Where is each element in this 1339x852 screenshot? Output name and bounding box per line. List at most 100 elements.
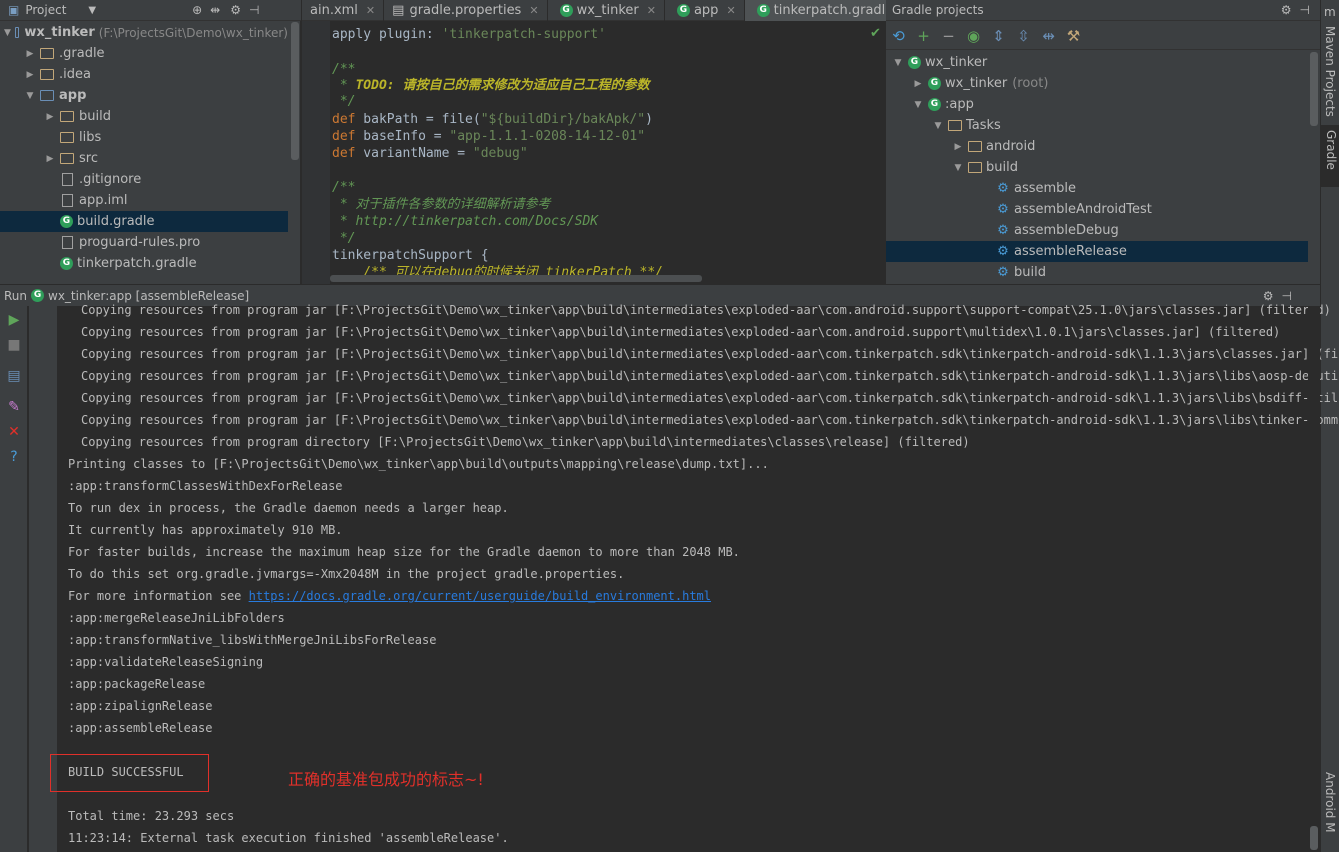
tree-item-label: .gradle bbox=[59, 46, 105, 61]
close-icon[interactable]: ✕ bbox=[366, 4, 375, 17]
gradle-tree-item[interactable]: ⚙ assemble bbox=[886, 178, 1308, 199]
expand-all-icon[interactable]: ⇕ bbox=[986, 27, 1011, 45]
gradle-tree-item[interactable]: ⚙ assembleDebug bbox=[886, 220, 1308, 241]
project-tree-item[interactable]: ▶ .idea bbox=[0, 64, 288, 85]
tab-label: gradle.properties bbox=[409, 2, 522, 18]
project-scrollbar[interactable] bbox=[291, 22, 299, 160]
project-tree-item[interactable]: libs bbox=[0, 127, 288, 148]
console-line: To do this set org.gradle.jvmargs=-Xmx20… bbox=[68, 563, 624, 585]
gradle-tab[interactable]: Gradle bbox=[1324, 130, 1338, 170]
gradle-tree-item[interactable]: ⚙ assembleRelease bbox=[886, 241, 1308, 262]
pin-icon[interactable]: ✎ bbox=[6, 399, 22, 415]
project-tree-item[interactable]: .gitignore bbox=[0, 169, 288, 190]
gradle-icon: G bbox=[676, 3, 690, 17]
tree-item-label: tinkerpatch.gradle bbox=[77, 256, 197, 271]
tab-gradle-properties[interactable]: ▤ gradle.properties ✕ bbox=[384, 0, 548, 21]
console-line-text: For more information see bbox=[68, 589, 249, 603]
gradle-tree-item[interactable]: ▼ Gwx_tinker bbox=[886, 52, 1308, 73]
gradle-item-label: assemble bbox=[1014, 181, 1077, 196]
module-folder-icon bbox=[40, 90, 54, 101]
console-line: :app:zipalignRelease bbox=[68, 695, 213, 717]
hide-icon[interactable]: ⊣ bbox=[1300, 3, 1310, 17]
console-line-text: :app:validateReleaseSigning bbox=[68, 655, 264, 669]
project-tree-item[interactable]: proguard-rules.pro bbox=[0, 232, 288, 253]
gear-icon[interactable]: ⚙ bbox=[230, 3, 241, 17]
gradle-tree-item[interactable]: ▶ android bbox=[886, 136, 1308, 157]
expand-arrow-icon[interactable]: ▼ bbox=[892, 58, 904, 68]
gradle-tree-item[interactable]: ▶ Gwx_tinker (root) bbox=[886, 73, 1308, 94]
console-line-text: To run dex in process, the Gradle daemon… bbox=[68, 501, 509, 515]
stop-icon[interactable]: ■ bbox=[6, 337, 22, 353]
collapse-icon[interactable]: ⇹ bbox=[210, 3, 220, 17]
settings-icon[interactable]: ⚒ bbox=[1061, 27, 1086, 45]
project-tree-item[interactable]: ▼ app bbox=[0, 85, 288, 106]
project-view-selector[interactable]: Project bbox=[25, 3, 66, 17]
hide-icon[interactable]: ⊣ bbox=[249, 3, 259, 17]
close-icon[interactable]: ✕ bbox=[647, 4, 656, 17]
execute-task-icon[interactable]: ◉ bbox=[961, 27, 986, 45]
gradle-tree-item[interactable]: ▼ Tasks bbox=[886, 115, 1308, 136]
expand-arrow-icon[interactable]: ▶ bbox=[24, 49, 36, 59]
project-tree-item[interactable]: ▼ wx_tinker (F:\ProjectsGit\Demo\wx_tinker… bbox=[0, 22, 288, 43]
project-tree-item[interactable]: Gbuild.gradle bbox=[0, 211, 288, 232]
docs-link[interactable]: https://docs.gradle.org/current/userguid… bbox=[249, 589, 711, 603]
expand-arrow-icon[interactable]: ▼ bbox=[24, 91, 36, 101]
maven-icon: m bbox=[1324, 5, 1336, 19]
chevron-down-icon[interactable]: ▼ bbox=[88, 5, 96, 16]
project-tree-item[interactable]: Gtinkerpatch.gradle bbox=[0, 253, 288, 274]
tree-item-label: wx_tinker bbox=[24, 25, 95, 40]
tab-label: ain.xml bbox=[310, 2, 358, 18]
close-icon[interactable]: ✕ bbox=[726, 4, 735, 17]
gradle-tree-item[interactable]: ▼ G:app bbox=[886, 94, 1308, 115]
rerun-icon[interactable]: ▶ bbox=[6, 312, 22, 328]
tree-item-label: proguard-rules.pro bbox=[79, 235, 201, 250]
gradle-tree-item[interactable]: ⚙ build bbox=[886, 262, 1308, 283]
refresh-icon[interactable]: ⟲ bbox=[886, 27, 911, 45]
expand-arrow-icon[interactable]: ▶ bbox=[44, 112, 56, 122]
expand-arrow-icon[interactable]: ▼ bbox=[952, 163, 964, 173]
gradle-panel-title: Gradle projects bbox=[892, 3, 984, 17]
console-line: For faster builds, increase the maximum … bbox=[68, 541, 740, 563]
gradle-scrollbar[interactable] bbox=[1310, 52, 1318, 126]
project-tree-item[interactable]: ▶ src bbox=[0, 148, 288, 169]
tree-item-label: libs bbox=[79, 130, 102, 145]
editor-hscrollbar[interactable] bbox=[330, 275, 702, 282]
maven-projects-tab[interactable]: Maven Projects bbox=[1323, 26, 1337, 117]
close-icon[interactable]: ✕ bbox=[529, 4, 538, 17]
gradle-item-label: assembleRelease bbox=[1014, 244, 1127, 259]
gear-icon[interactable]: ⚙ bbox=[1281, 3, 1292, 17]
expand-arrow-icon[interactable]: ▶ bbox=[44, 154, 56, 164]
gradle-item-label: assembleDebug bbox=[1014, 223, 1119, 238]
expand-arrow-icon[interactable]: ▼ bbox=[932, 121, 944, 131]
gradle-tree-item[interactable]: ▼ build bbox=[886, 157, 1308, 178]
remove-icon[interactable]: − bbox=[936, 27, 961, 45]
restore-layout-icon[interactable]: ▤ bbox=[6, 368, 22, 384]
help-icon[interactable]: ? bbox=[6, 449, 22, 465]
project-tree-item[interactable]: ▶ .gradle bbox=[0, 43, 288, 64]
console-scroll-thumb[interactable] bbox=[1310, 826, 1318, 850]
expand-arrow-icon[interactable]: ▼ bbox=[4, 28, 11, 38]
close-icon[interactable]: ✕ bbox=[6, 424, 22, 440]
project-tree-item[interactable]: ▶ build bbox=[0, 106, 288, 127]
expand-arrow-icon[interactable]: ▶ bbox=[912, 79, 924, 89]
folder-icon bbox=[40, 69, 54, 80]
tab-app[interactable]: Gapp ✕ bbox=[665, 0, 745, 21]
add-icon[interactable]: + bbox=[911, 27, 936, 45]
console-line-text: Copying resources from program directory… bbox=[81, 435, 970, 449]
target-icon[interactable]: ⊕ bbox=[192, 3, 202, 17]
expand-arrow-icon[interactable]: ▼ bbox=[912, 100, 924, 110]
console-scrollbar[interactable] bbox=[1308, 306, 1320, 852]
console-line-text: Copying resources from program jar [F:\P… bbox=[81, 391, 1339, 405]
console-line-text: 11:23:14: External task execution finish… bbox=[68, 831, 509, 845]
offline-mode-icon[interactable]: ⇹ bbox=[1036, 27, 1061, 45]
console-line: :app:validateReleaseSigning bbox=[68, 651, 263, 673]
expand-arrow-icon[interactable]: ▶ bbox=[952, 142, 964, 152]
tab-main-xml[interactable]: ain.xml ✕ bbox=[302, 0, 385, 21]
expand-arrow-icon[interactable]: ▶ bbox=[24, 70, 36, 80]
project-tree-item[interactable]: app.iml bbox=[0, 190, 288, 211]
gradle-item-label: :app bbox=[945, 97, 974, 112]
tab-wx-tinker[interactable]: Gwx_tinker ✕ bbox=[548, 0, 665, 21]
gradle-tree-item[interactable]: ⚙ assembleAndroidTest bbox=[886, 199, 1308, 220]
collapse-all-icon[interactable]: ⇳ bbox=[1011, 27, 1036, 45]
android-model-tab[interactable]: Android M bbox=[1323, 772, 1337, 833]
